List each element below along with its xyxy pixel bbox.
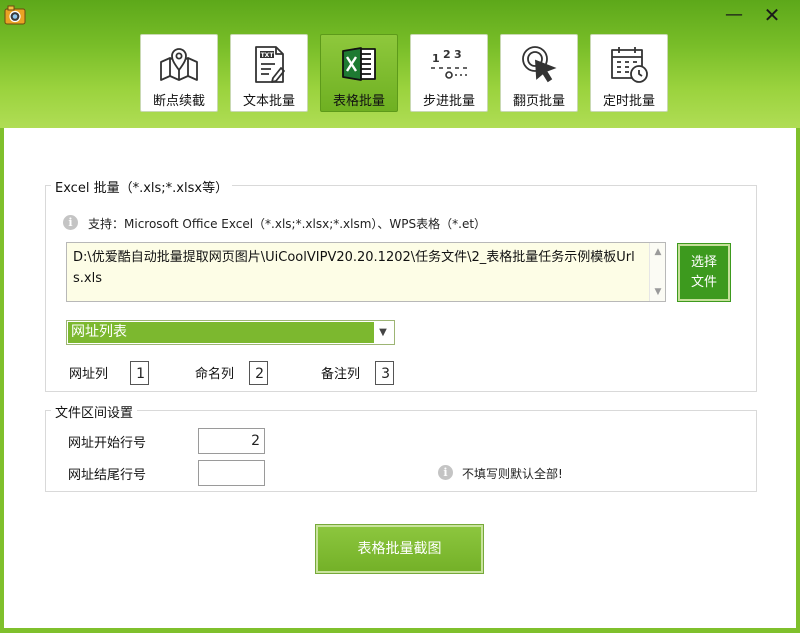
info-icon: i	[438, 465, 453, 480]
scroll-down-icon[interactable]: ▼	[650, 285, 665, 299]
title-bar: — ✕ 断点续截 TXT 文本批量 表格批量 1 2 3 步进批量 翻页批量 定…	[0, 0, 800, 128]
excel-group-title: Excel 批量（*.xls;*.xlsx等）	[51, 177, 233, 196]
end-row-label: 网址结尾行号	[68, 468, 147, 483]
main-panel: Excel 批量（*.xls;*.xlsx等） i 支持：Microsoft O…	[4, 128, 796, 628]
range-hint: 不填写则默认全部!	[462, 467, 563, 481]
url-col-input[interactable]: 1	[130, 361, 149, 385]
capture-button[interactable]: 表格批量截图	[316, 525, 483, 573]
support-text: 支持：Microsoft Office Excel（*.xls;*.xlsx;*…	[88, 217, 487, 231]
note-col-label: 备注列	[321, 367, 361, 382]
svg-text:2: 2	[443, 48, 451, 61]
tool-label: 步进批量	[422, 94, 475, 109]
minimize-button[interactable]: —	[720, 4, 748, 26]
range-group	[45, 410, 757, 492]
tool-breakpoint-capture[interactable]: 断点续截	[140, 34, 218, 112]
calendar-clock-icon	[611, 47, 648, 83]
excel-icon	[342, 47, 376, 81]
choose-file-label-1: 选择	[690, 255, 717, 270]
tool-label: 文本批量	[242, 94, 295, 109]
tool-label: 翻页批量	[512, 94, 565, 109]
tool-timed-batch[interactable]: 定时批量	[590, 34, 668, 112]
start-row-input[interactable]: 2	[198, 428, 265, 454]
tool-label: 表格批量	[332, 94, 385, 109]
file-path-field[interactable]: D:\优爱酷自动批量提取网页图片\UiCoolVIPV20.20.1202\任务…	[66, 242, 666, 302]
step-numbers-icon: 1 2 3	[431, 48, 467, 79]
tool-label: 断点续截	[152, 94, 205, 109]
chevron-down-icon[interactable]: ▼	[375, 323, 391, 342]
map-pin-icon	[160, 48, 198, 81]
svg-text:3: 3	[454, 48, 462, 61]
camera-icon	[4, 5, 26, 25]
info-icon: i	[63, 215, 78, 230]
choose-file-label-2: 文件	[690, 275, 717, 290]
note-col-input[interactable]: 3	[375, 361, 394, 385]
url-col-label: 网址列	[69, 367, 109, 382]
txt-file-icon: TXT	[255, 46, 285, 83]
path-scrollbar[interactable]: ▲ ▼	[649, 243, 665, 301]
choose-file-button[interactable]: 选择 文件	[678, 244, 730, 301]
tool-text-batch[interactable]: TXT 文本批量	[230, 34, 308, 112]
sheet-select[interactable]: 网址列表 ▼	[66, 320, 395, 345]
svg-text:TXT: TXT	[261, 52, 275, 59]
tool-step-batch[interactable]: 1 2 3 步进批量	[410, 34, 488, 112]
range-group-title: 文件区间设置	[51, 402, 138, 421]
window-border	[0, 628, 800, 633]
tool-page-turn-batch[interactable]: 翻页批量	[500, 34, 578, 112]
close-button[interactable]: ✕	[758, 4, 786, 26]
end-row-input[interactable]	[198, 460, 265, 486]
tool-excel-batch[interactable]: 表格批量	[320, 34, 398, 112]
tool-label: 定时批量	[602, 94, 655, 109]
name-col-label: 命名列	[195, 367, 235, 382]
svg-text:1: 1	[432, 52, 440, 65]
file-path-value: D:\优爱酷自动批量提取网页图片\UiCoolVIPV20.20.1202\任务…	[73, 250, 635, 286]
name-col-input[interactable]: 2	[249, 361, 268, 385]
cursor-click-icon	[522, 46, 557, 83]
sheet-select-value: 网址列表	[68, 322, 374, 343]
scroll-up-icon[interactable]: ▲	[650, 245, 665, 259]
start-row-label: 网址开始行号	[68, 436, 147, 451]
